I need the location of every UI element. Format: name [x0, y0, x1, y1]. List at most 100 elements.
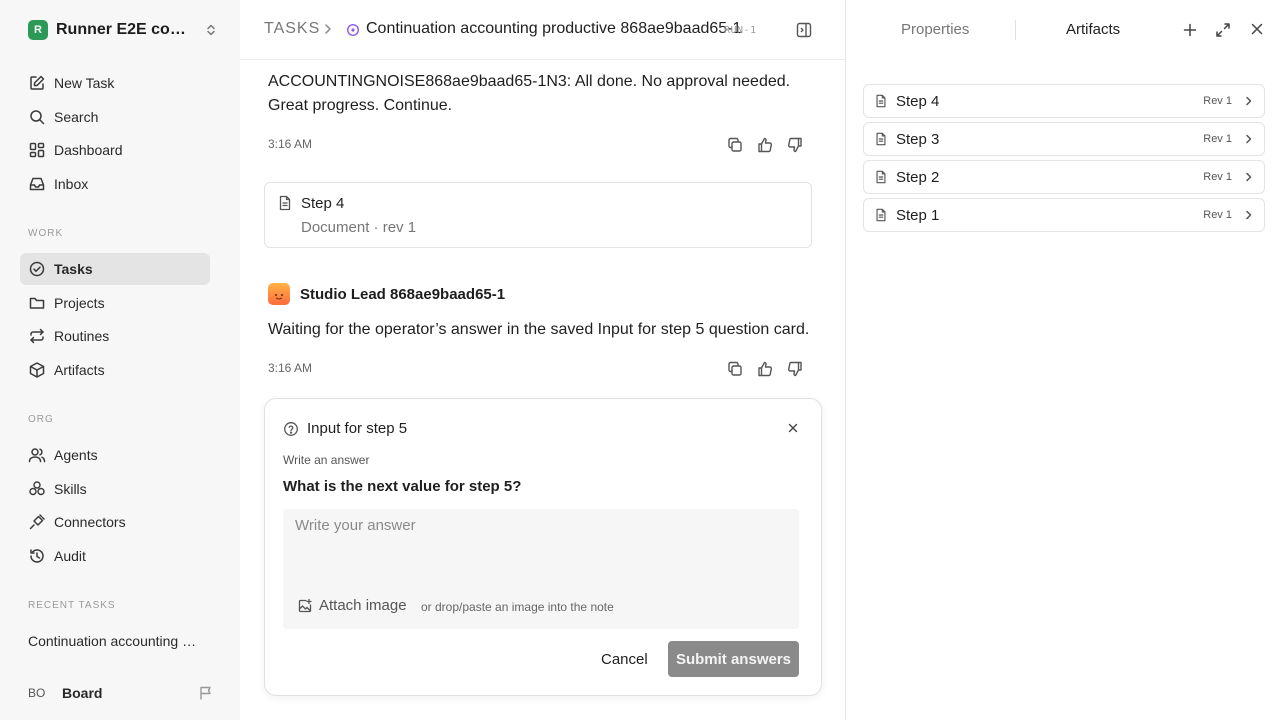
- section-recent-tasks: RECENT TASKS: [28, 600, 116, 611]
- panel-toggle-icon[interactable]: [795, 21, 813, 39]
- document-icon: [277, 195, 293, 211]
- document-card[interactable]: Step 4 Document · rev 1: [264, 182, 812, 248]
- expand-icon[interactable]: [1215, 22, 1231, 38]
- board-avatar: BO: [28, 686, 46, 700]
- nav-label: Skills: [54, 481, 87, 497]
- thumbs-up-icon[interactable]: [756, 360, 774, 378]
- message-time: 3:16 AM: [268, 137, 313, 151]
- document-icon: [874, 208, 888, 222]
- task-title: Continuation accounting productive 868ae…: [366, 20, 742, 37]
- artifact-row[interactable]: Step 1 Rev 1: [863, 198, 1265, 232]
- question-hint: Write an answer: [283, 453, 370, 467]
- answer-input[interactable]: [295, 517, 785, 577]
- nav-dashboard[interactable]: Dashboard: [20, 134, 210, 166]
- artifact-label: Step 3: [896, 130, 940, 148]
- message-text: Waiting for the operator’s answer in the…: [268, 321, 810, 338]
- submit-answers-button[interactable]: Submit answers: [668, 641, 799, 677]
- plug-icon: [28, 513, 46, 531]
- answer-box: Attach image or drop/paste an image into…: [283, 509, 799, 629]
- message-actions: [726, 136, 804, 154]
- chevron-right-icon: [1244, 95, 1254, 107]
- question-card-title: Input for step 5: [307, 420, 408, 437]
- nav-label: Routines: [54, 328, 110, 344]
- nav-label: New Task: [54, 75, 115, 91]
- nav-label: Agents: [54, 447, 98, 463]
- check-circle-icon: [28, 260, 46, 278]
- message-text: ACCOUNTINGNOISE868ae9baad65-1N3: All don…: [268, 73, 791, 114]
- image-plus-icon: [297, 598, 313, 614]
- breadcrumb-tasks[interactable]: TASKS: [264, 20, 320, 38]
- document-title: Step 4: [301, 195, 345, 212]
- dashboard-icon: [28, 141, 46, 159]
- document-icon: [874, 94, 888, 108]
- document-subtitle: Document · rev 1: [301, 219, 417, 236]
- skills-icon: [28, 480, 46, 498]
- copy-icon[interactable]: [726, 360, 744, 378]
- nav-routines[interactable]: Routines: [20, 320, 210, 352]
- breadcrumb: TASKS Continuation accounting productive…: [240, 0, 846, 60]
- plus-icon[interactable]: [1182, 22, 1198, 38]
- nav-connectors[interactable]: Connectors: [20, 506, 210, 538]
- run-badge: RUN-1: [724, 25, 757, 36]
- inbox-icon: [28, 175, 46, 193]
- artifact-row[interactable]: Step 4 Rev 1: [863, 84, 1265, 118]
- board-switcher[interactable]: BO Board: [28, 683, 214, 703]
- repeat-icon: [28, 327, 46, 345]
- agent-avatar: [268, 283, 290, 305]
- artifact-rev: Rev 1: [1203, 171, 1232, 183]
- question-card: Input for step 5 Write an answer What is…: [264, 398, 822, 696]
- nav-agents[interactable]: Agents: [20, 439, 210, 471]
- artifact-rev: Rev 1: [1203, 209, 1232, 221]
- artifact-rev: Rev 1: [1203, 95, 1232, 107]
- question-text: What is the next value for step 5?: [283, 478, 522, 495]
- artifact-row[interactable]: Step 3 Rev 1: [863, 122, 1265, 156]
- message-author: Studio Lead 868ae9baad65-1: [268, 282, 505, 306]
- artifact-label: Step 2: [896, 168, 940, 186]
- artifact-label: Step 4: [896, 92, 940, 110]
- thumbs-down-icon[interactable]: [786, 136, 804, 154]
- help-circle-icon: [283, 421, 299, 437]
- attach-hint: or drop/paste an image into the note: [421, 600, 614, 614]
- close-panel-icon[interactable]: [1250, 22, 1264, 36]
- attach-image-button[interactable]: Attach image: [297, 597, 407, 614]
- chevron-up-down-icon: [204, 23, 218, 37]
- chevron-right-icon: [1244, 171, 1254, 183]
- workspace-logo: R: [28, 20, 48, 40]
- nav-skills[interactable]: Skills: [20, 473, 210, 505]
- cancel-button[interactable]: Cancel: [591, 641, 658, 677]
- nav-label: Projects: [54, 295, 105, 311]
- artifact-row[interactable]: Step 2 Rev 1: [863, 160, 1265, 194]
- search-icon: [28, 108, 46, 126]
- nav-label: Audit: [54, 548, 86, 564]
- workspace-switcher[interactable]: R Runner E2E continuation 868ae9baad65: [28, 20, 218, 40]
- nav-audit[interactable]: Audit: [20, 540, 210, 572]
- nav-inbox[interactable]: Inbox: [20, 168, 210, 200]
- thumbs-up-icon[interactable]: [756, 136, 774, 154]
- sidebar: R Runner E2E continuation 868ae9baad65 N…: [0, 0, 240, 720]
- recent-task-item[interactable]: Continuation accounting productive 868ae…: [28, 633, 198, 649]
- chevron-right-icon: [1244, 209, 1254, 221]
- document-icon: [874, 132, 888, 146]
- nav-search[interactable]: Search: [20, 101, 210, 133]
- nav-new-task[interactable]: New Task: [20, 67, 210, 99]
- package-icon: [28, 361, 46, 379]
- tab-properties[interactable]: Properties: [901, 21, 969, 38]
- section-org: ORG: [28, 414, 54, 425]
- nav-label: Search: [54, 109, 99, 125]
- nav-label: Inbox: [54, 176, 89, 192]
- nav-tasks[interactable]: Tasks: [20, 253, 210, 285]
- thumbs-down-icon[interactable]: [786, 360, 804, 378]
- flag-icon[interactable]: [198, 685, 214, 701]
- close-icon[interactable]: [787, 422, 799, 434]
- chevron-right-icon: [1244, 133, 1254, 145]
- copy-icon[interactable]: [726, 136, 744, 154]
- board-name: Board: [62, 685, 103, 701]
- nav-projects[interactable]: Projects: [20, 287, 210, 319]
- nav-label: Connectors: [54, 514, 126, 530]
- edit-icon: [28, 74, 46, 92]
- tab-artifacts[interactable]: Artifacts: [1066, 21, 1120, 38]
- history-icon: [28, 547, 46, 565]
- task-conversation: TASKS Continuation accounting productive…: [240, 0, 846, 720]
- nav-artifacts[interactable]: Artifacts: [20, 354, 210, 386]
- artifact-label: Step 1: [896, 206, 940, 224]
